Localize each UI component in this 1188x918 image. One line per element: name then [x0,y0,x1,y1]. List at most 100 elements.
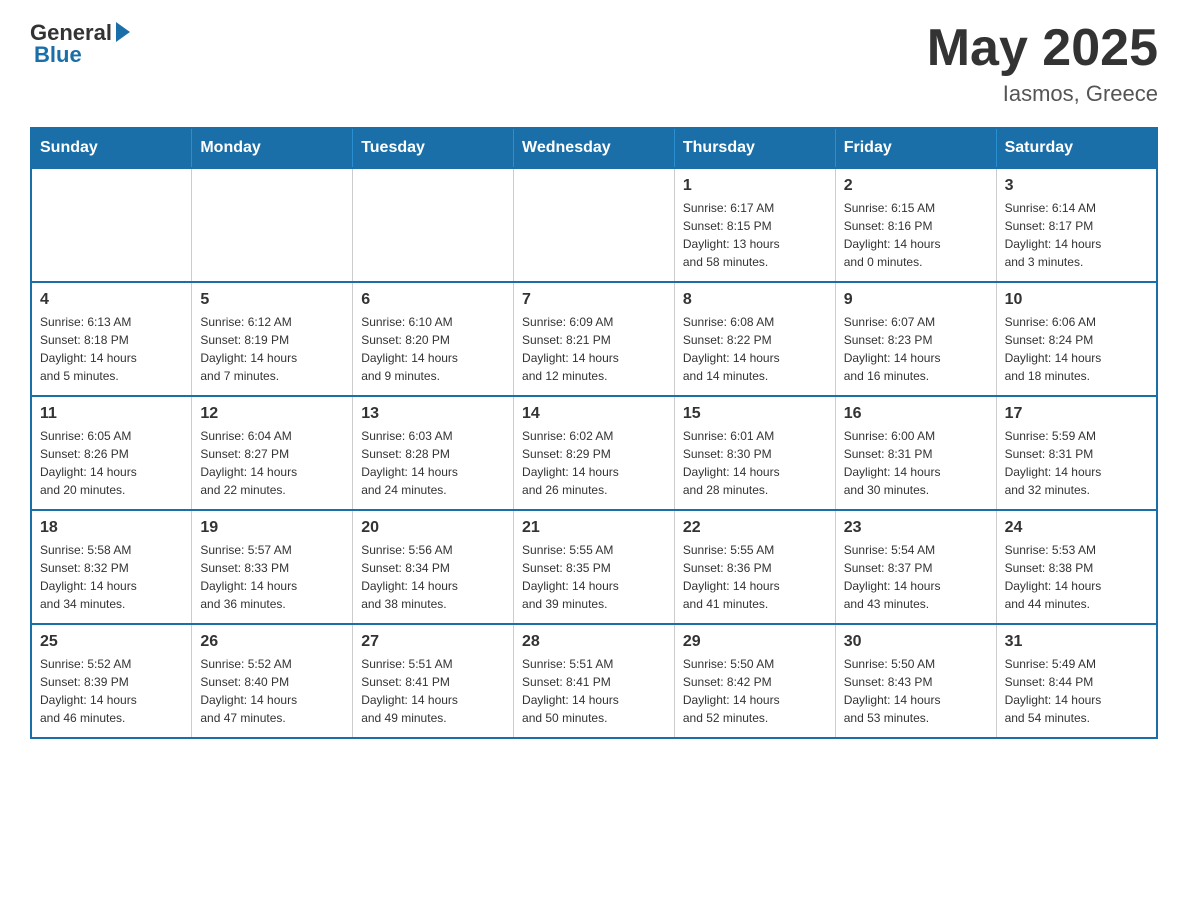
month-title: May 2025 [927,20,1158,77]
calendar-week-2: 4Sunrise: 6:13 AM Sunset: 8:18 PM Daylig… [31,282,1157,396]
calendar-cell: 19 Sunrise: 5:57 AM Sunset: 8:33 PM Dayli… [192,510,353,624]
day-number: 28 [522,633,666,651]
calendar-cell: 27 Sunrise: 5:51 AM Sunset: 8:41 PM Dayli… [353,624,514,738]
day-number: 1 [683,177,827,195]
day-number: 6 [361,291,505,309]
day-number: 3 [1005,177,1148,195]
day-number: 2 [844,177,988,195]
day-info: Sunrise: 5:58 AM Sunset: 8:32 PM Dayligh… [40,541,183,613]
day-number: 22 [683,519,827,537]
calendar-cell: 1 Sunrise: 6:17 AM Sunset: 8:15 PM Daylig… [674,168,835,282]
day-number: 17 [1005,405,1148,423]
day-number: 20 [361,519,505,537]
calendar-cell [31,168,192,282]
calendar-cell: 23 Sunrise: 5:54 AM Sunset: 8:37 PM Dayli… [835,510,996,624]
day-number: 16 [844,405,988,423]
day-info: Sunrise: 6:12 AM Sunset: 8:19 PM Dayligh… [200,313,344,385]
day-number: 21 [522,519,666,537]
calendar-cell: 24 Sunrise: 5:53 AM Sunset: 8:38 PM Dayli… [996,510,1157,624]
calendar-cell: 15 Sunrise: 6:01 AM Sunset: 8:30 PM Dayli… [674,396,835,510]
calendar-cell [192,168,353,282]
day-info: Sunrise: 5:51 AM Sunset: 8:41 PM Dayligh… [361,655,505,727]
calendar-cell: 28 Sunrise: 5:51 AM Sunset: 8:41 PM Dayli… [514,624,675,738]
day-info: Sunrise: 5:57 AM Sunset: 8:33 PM Dayligh… [200,541,344,613]
calendar-cell: 21Sunrise: 5:55 AM Sunset: 8:35 PM Dayli… [514,510,675,624]
calendar-cell: 16 Sunrise: 6:00 AM Sunset: 8:31 PM Dayli… [835,396,996,510]
calendar-cell: 7Sunrise: 6:09 AM Sunset: 8:21 PM Daylig… [514,282,675,396]
day-number: 10 [1005,291,1148,309]
day-number: 29 [683,633,827,651]
calendar-cell: 29 Sunrise: 5:50 AM Sunset: 8:42 PM Dayli… [674,624,835,738]
calendar-cell: 22 Sunrise: 5:55 AM Sunset: 8:36 PM Dayli… [674,510,835,624]
day-info: Sunrise: 5:56 AM Sunset: 8:34 PM Dayligh… [361,541,505,613]
day-info: Sunrise: 6:01 AM Sunset: 8:30 PM Dayligh… [683,427,827,499]
calendar-cell: 30 Sunrise: 5:50 AM Sunset: 8:43 PM Dayli… [835,624,996,738]
day-number: 4 [40,291,183,309]
day-info: Sunrise: 6:08 AM Sunset: 8:22 PM Dayligh… [683,313,827,385]
weekday-header-sunday: Sunday [31,128,192,168]
day-number: 25 [40,633,183,651]
day-info: Sunrise: 5:59 AM Sunset: 8:31 PM Dayligh… [1005,427,1148,499]
calendar-cell: 25 Sunrise: 5:52 AM Sunset: 8:39 PM Dayli… [31,624,192,738]
day-info: Sunrise: 6:07 AM Sunset: 8:23 PM Dayligh… [844,313,988,385]
day-number: 30 [844,633,988,651]
day-info: Sunrise: 5:54 AM Sunset: 8:37 PM Dayligh… [844,541,988,613]
day-number: 23 [844,519,988,537]
calendar-cell: 9 Sunrise: 6:07 AM Sunset: 8:23 PM Daylig… [835,282,996,396]
day-info: Sunrise: 5:50 AM Sunset: 8:42 PM Dayligh… [683,655,827,727]
day-info: Sunrise: 5:50 AM Sunset: 8:43 PM Dayligh… [844,655,988,727]
calendar-cell: 6Sunrise: 6:10 AM Sunset: 8:20 PM Daylig… [353,282,514,396]
day-number: 9 [844,291,988,309]
location-text: Iasmos, Greece [927,81,1158,107]
day-number: 19 [200,519,344,537]
day-info: Sunrise: 6:15 AM Sunset: 8:16 PM Dayligh… [844,199,988,271]
day-number: 24 [1005,519,1148,537]
calendar-cell: 14Sunrise: 6:02 AM Sunset: 8:29 PM Dayli… [514,396,675,510]
day-info: Sunrise: 6:00 AM Sunset: 8:31 PM Dayligh… [844,427,988,499]
day-info: Sunrise: 5:55 AM Sunset: 8:36 PM Dayligh… [683,541,827,613]
logo-blue-text: Blue [34,42,82,68]
weekday-header-saturday: Saturday [996,128,1157,168]
day-info: Sunrise: 6:03 AM Sunset: 8:28 PM Dayligh… [361,427,505,499]
weekday-header-tuesday: Tuesday [353,128,514,168]
calendar-cell [514,168,675,282]
day-info: Sunrise: 5:52 AM Sunset: 8:39 PM Dayligh… [40,655,183,727]
day-info: Sunrise: 5:51 AM Sunset: 8:41 PM Dayligh… [522,655,666,727]
calendar-cell [353,168,514,282]
day-info: Sunrise: 6:14 AM Sunset: 8:17 PM Dayligh… [1005,199,1148,271]
day-info: Sunrise: 5:52 AM Sunset: 8:40 PM Dayligh… [200,655,344,727]
calendar-week-3: 11Sunrise: 6:05 AM Sunset: 8:26 PM Dayli… [31,396,1157,510]
day-info: Sunrise: 6:06 AM Sunset: 8:24 PM Dayligh… [1005,313,1148,385]
day-number: 13 [361,405,505,423]
weekday-header-friday: Friday [835,128,996,168]
day-number: 15 [683,405,827,423]
day-info: Sunrise: 6:02 AM Sunset: 8:29 PM Dayligh… [522,427,666,499]
page-header: General Blue May 2025 Iasmos, Greece [30,20,1158,107]
calendar-cell: 18Sunrise: 5:58 AM Sunset: 8:32 PM Dayli… [31,510,192,624]
title-area: May 2025 Iasmos, Greece [927,20,1158,107]
calendar-cell: 31 Sunrise: 5:49 AM Sunset: 8:44 PM Dayli… [996,624,1157,738]
calendar-cell: 5 Sunrise: 6:12 AM Sunset: 8:19 PM Daylig… [192,282,353,396]
day-number: 7 [522,291,666,309]
day-number: 31 [1005,633,1148,651]
calendar-table: SundayMondayTuesdayWednesdayThursdayFrid… [30,127,1158,739]
day-number: 11 [40,405,183,423]
day-number: 26 [200,633,344,651]
calendar-cell: 17 Sunrise: 5:59 AM Sunset: 8:31 PM Dayli… [996,396,1157,510]
day-info: Sunrise: 5:49 AM Sunset: 8:44 PM Dayligh… [1005,655,1148,727]
weekday-header-wednesday: Wednesday [514,128,675,168]
day-number: 27 [361,633,505,651]
day-info: Sunrise: 6:17 AM Sunset: 8:15 PM Dayligh… [683,199,827,271]
calendar-cell: 4Sunrise: 6:13 AM Sunset: 8:18 PM Daylig… [31,282,192,396]
calendar-cell: 12Sunrise: 6:04 AM Sunset: 8:27 PM Dayli… [192,396,353,510]
logo: General Blue [30,20,130,68]
calendar-cell: 11Sunrise: 6:05 AM Sunset: 8:26 PM Dayli… [31,396,192,510]
calendar-cell: 26 Sunrise: 5:52 AM Sunset: 8:40 PM Dayli… [192,624,353,738]
day-number: 5 [200,291,344,309]
day-info: Sunrise: 5:53 AM Sunset: 8:38 PM Dayligh… [1005,541,1148,613]
day-number: 8 [683,291,827,309]
calendar-cell: 2 Sunrise: 6:15 AM Sunset: 8:16 PM Daylig… [835,168,996,282]
calendar-week-4: 18Sunrise: 5:58 AM Sunset: 8:32 PM Dayli… [31,510,1157,624]
calendar-cell: 3 Sunrise: 6:14 AM Sunset: 8:17 PM Daylig… [996,168,1157,282]
calendar-cell: 13 Sunrise: 6:03 AM Sunset: 8:28 PM Dayli… [353,396,514,510]
